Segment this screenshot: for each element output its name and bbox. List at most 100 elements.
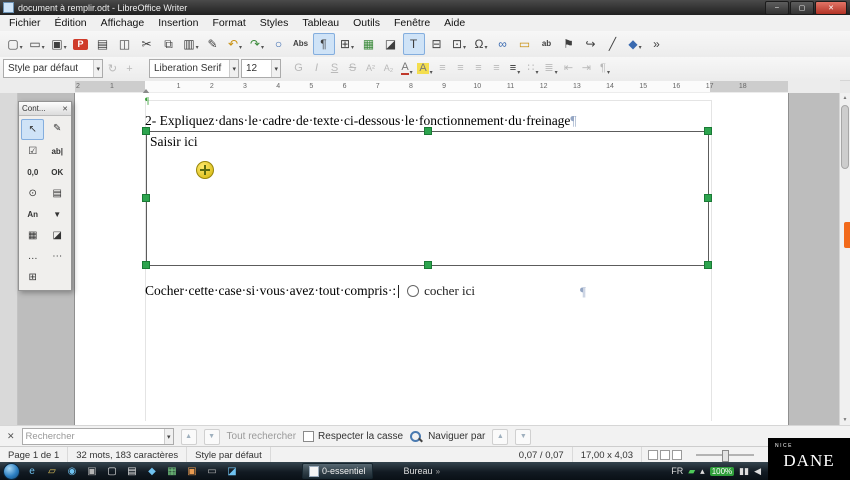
form-controls-panel[interactable]: Cont... ✕ ↖ ✎ ☑ ab| 0,0 OK ⊙ ▤ An ▼ ▦ ◪ … xyxy=(18,101,72,291)
ie-icon[interactable]: e xyxy=(23,464,41,479)
new-document-icon[interactable]: ▢ ▾ xyxy=(5,34,25,54)
special-character-icon[interactable]: Ω ▾ xyxy=(471,34,491,54)
find-previous-button[interactable]: ▲ xyxy=(180,428,197,445)
basic-shapes-icon[interactable]: ◆ ▾ xyxy=(625,34,645,54)
taskbar-app-icon[interactable]: ▣ xyxy=(183,464,201,479)
find-and-replace-icon[interactable] xyxy=(410,431,422,442)
book-view-icon[interactable] xyxy=(672,450,682,460)
start-button[interactable] xyxy=(3,462,20,480)
explorer-folder-icon[interactable]: ▱ xyxy=(43,464,61,479)
underline-icon[interactable]: S xyxy=(327,60,343,78)
font-name-select[interactable]: Liberation Serif ▾ xyxy=(149,59,239,78)
push-button-icon[interactable]: OK xyxy=(47,163,68,182)
new-style-icon[interactable]: + xyxy=(122,60,137,78)
update-style-icon[interactable]: ↻ xyxy=(105,60,120,78)
frame-handle[interactable] xyxy=(142,261,150,269)
numbered-list-icon[interactable]: ≣ ▾ xyxy=(543,60,559,78)
taskbar-app-icon[interactable]: ◪ xyxy=(223,464,241,479)
menu-item[interactable]: Outils xyxy=(346,17,387,29)
subscript-icon[interactable]: A₂ xyxy=(381,60,397,78)
decrease-indent-icon[interactable]: ⇤ xyxy=(561,60,577,78)
print-preview-icon[interactable]: ◫ xyxy=(115,34,135,54)
design-mode-icon[interactable]: ✎ xyxy=(47,119,68,138)
justify-icon[interactable]: ≡ xyxy=(489,60,505,78)
shield-icon[interactable]: ▰ xyxy=(688,466,695,477)
media-player-icon[interactable]: ◉ xyxy=(63,464,81,479)
chevron-down-icon[interactable]: ▾ xyxy=(271,60,280,77)
paste-icon[interactable]: ▥ ▾ xyxy=(181,34,201,54)
page-break-icon[interactable]: ⊟ xyxy=(427,34,447,54)
insert-crossref-icon[interactable]: ↪ xyxy=(581,34,601,54)
frame-handle[interactable] xyxy=(704,261,712,269)
menu-item[interactable]: Fenêtre xyxy=(387,17,437,29)
taskbar-app-icon[interactable]: ◆ xyxy=(143,464,161,479)
italic-icon[interactable]: I xyxy=(309,60,325,78)
redo-icon[interactable]: ↷ ▾ xyxy=(247,34,267,54)
formatted-field-icon[interactable]: 0,0 xyxy=(22,163,43,182)
text-frame-placeholder[interactable]: Saisir ici xyxy=(150,134,198,150)
spelling-icon[interactable]: Abs xyxy=(291,34,311,54)
menu-item[interactable]: Édition xyxy=(48,17,94,29)
vertical-scrollbar[interactable]: ▲ ▼ xyxy=(839,93,850,425)
align-left-icon[interactable]: ≡ xyxy=(435,60,451,78)
highlight-color-icon[interactable]: A ▾ xyxy=(417,60,433,78)
image-button-icon[interactable]: ▦ xyxy=(22,226,43,245)
tray-percent-badge[interactable]: 100% xyxy=(709,466,735,476)
scrollbar-thumb[interactable] xyxy=(841,105,849,169)
single-page-view-icon[interactable] xyxy=(648,450,658,460)
frame-handle[interactable] xyxy=(142,194,150,202)
document-page[interactable]: ¶ 2- Expliquez·dans·le·cadre·de·texte·ci… xyxy=(75,93,788,425)
word-count[interactable]: 32 mots, 183 caractères xyxy=(68,447,188,463)
paragraph-heading[interactable]: 2- Expliquez·dans·le·cadre·de·texte·ci-d… xyxy=(145,113,577,129)
frame-handle[interactable] xyxy=(142,127,150,135)
clone-formatting-icon[interactable]: ✎ xyxy=(203,34,223,54)
text-frame[interactable]: Saisir ici xyxy=(146,131,709,266)
image-control-icon[interactable]: ◪ xyxy=(47,226,68,245)
undo-icon[interactable]: ↶ ▾ xyxy=(225,34,245,54)
option-button-icon[interactable]: ⊙ xyxy=(22,184,43,203)
superscript-icon[interactable]: A² xyxy=(363,60,379,78)
close-find-icon[interactable]: ✕ xyxy=(7,431,15,442)
menu-item[interactable]: Tableau xyxy=(295,17,346,29)
frame-handle[interactable] xyxy=(424,127,432,135)
export-pdf-icon[interactable]: P xyxy=(71,34,91,54)
combo-box-icon[interactable]: ▼ xyxy=(47,205,68,224)
writer-document-icon[interactable]: ▢ xyxy=(103,464,121,479)
list-box-icon[interactable]: ▤ xyxy=(47,184,68,203)
insert-line-icon[interactable]: ╱ xyxy=(603,34,623,54)
increase-indent-icon[interactable]: ⇥ xyxy=(579,60,595,78)
ruler[interactable]: 21 1 2 3 4 5 6 7 8 9 10 11 12 13 14 15 16 17 18 xyxy=(0,80,840,94)
desktop-toolbar-label[interactable]: Bureau xyxy=(404,466,433,476)
taskbar-app-icon[interactable]: ▤ xyxy=(123,464,141,479)
radio-label[interactable]: cocher ici xyxy=(424,283,475,299)
check-box-icon[interactable]: ☑ xyxy=(22,142,43,161)
bold-icon[interactable]: G xyxy=(291,60,307,78)
menu-item[interactable]: Insertion xyxy=(151,17,205,29)
insert-table-icon[interactable]: ⊞ ▾ xyxy=(337,34,357,54)
chevron-down-icon[interactable]: ▾ xyxy=(93,60,102,77)
font-color-icon[interactable]: A ▾ xyxy=(399,60,415,78)
menu-item[interactable]: Aide xyxy=(437,17,472,29)
scroll-up-icon[interactable]: ▲ xyxy=(840,93,850,103)
more-controls-icon[interactable]: ⋯ xyxy=(47,247,68,266)
open-icon[interactable]: ▭ ▾ xyxy=(27,34,47,54)
deskband-chevron-icon[interactable]: » xyxy=(436,467,440,476)
taskbar-window-button[interactable]: 0-essentiel xyxy=(302,463,373,479)
label-field-icon[interactable]: An xyxy=(22,205,43,224)
zoom-slider-thumb[interactable] xyxy=(722,450,729,462)
menu-item[interactable]: Styles xyxy=(253,17,296,29)
volume-icon[interactable]: ◀ xyxy=(754,466,761,477)
minimize-button[interactable]: – xyxy=(765,0,789,15)
scroll-down-icon[interactable]: ▼ xyxy=(840,415,850,425)
zoom-slider[interactable] xyxy=(696,450,754,462)
taskbar-app-icon[interactable]: ▦ xyxy=(163,464,181,479)
line-spacing-icon[interactable]: ≡ ▾ xyxy=(507,60,523,78)
select-pointer-icon[interactable]: ↖ xyxy=(21,119,45,140)
page-style[interactable]: Style par défaut xyxy=(187,447,271,463)
radio-button[interactable] xyxy=(407,285,420,297)
font-size-select[interactable]: 12 ▾ xyxy=(241,59,281,78)
frame-handle[interactable] xyxy=(424,261,432,269)
panel-titlebar[interactable]: Cont... ✕ xyxy=(19,102,71,116)
find-replace-icon[interactable]: ○ xyxy=(269,34,289,54)
navigate-previous-button[interactable]: ▲ xyxy=(492,428,509,445)
